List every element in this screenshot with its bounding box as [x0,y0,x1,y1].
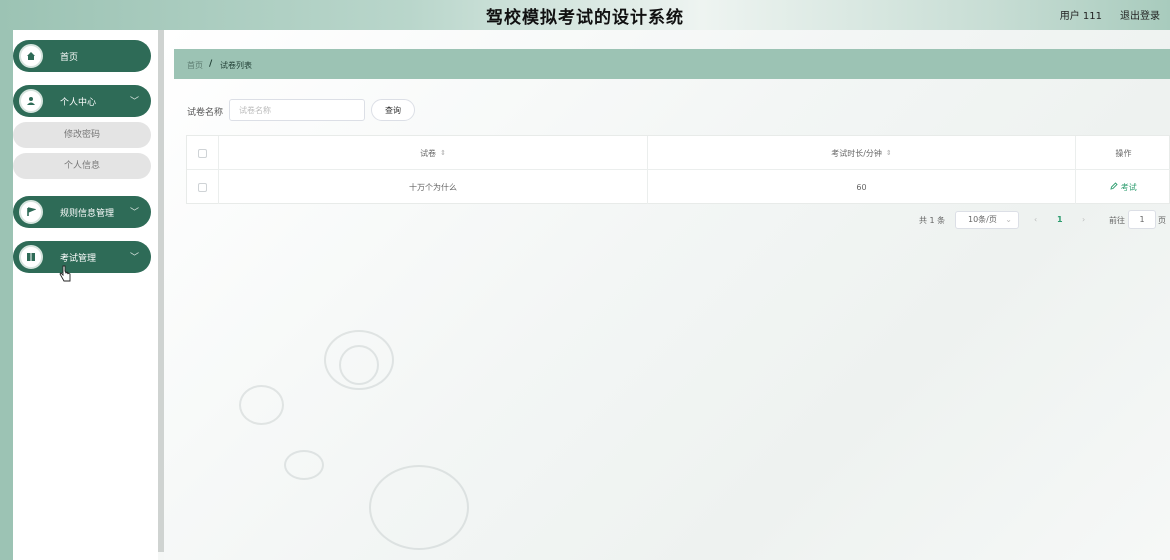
chevron-down-icon: ﹀ [129,97,139,107]
submenu-personal-info[interactable]: 个人信息 [13,153,151,179]
app-title: 驾校模拟考试的设计系统 [486,8,684,28]
page-suffix: 页 [1158,216,1166,225]
table-header-row: 试卷 ⇕ 考试时长/分钟 ⇕ 操作 [187,136,1170,170]
column-header-label: 考试时长/分钟 [831,148,882,158]
submenu-change-password[interactable]: 修改密码 [13,122,151,148]
column-header-actions: 操作 [1076,136,1170,170]
background-decoration [369,465,469,550]
sidebar-edge [0,30,13,560]
main-content: 首页 / 试卷列表 试卷名称 查询 试卷 ⇕ 考试时长/分钟 ⇕ 操作 [164,30,1170,560]
prev-page-button[interactable]: ‹ [1034,215,1037,235]
page-size-value: 10条/页 [968,215,997,224]
take-exam-label: 考试 [1120,182,1137,192]
table-row: 十万个为什么 60 考试 [187,170,1170,204]
column-header-paper[interactable]: 试卷 ⇕ [219,136,648,170]
chevron-down-icon: ﹀ [129,253,139,263]
user-icon [19,89,43,113]
sort-icon[interactable]: ⇕ [440,149,446,157]
sidebar-item-exam-management[interactable]: 考试管理 ﹀ [13,241,151,273]
paper-table: 试卷 ⇕ 考试时长/分钟 ⇕ 操作 十万个为什么 60 考试 [186,135,1170,204]
row-checkbox[interactable] [198,182,207,192]
home-icon [19,44,43,68]
background-decoration [339,345,379,385]
background-decoration [284,450,324,480]
sidebar-item-label: 考试管理 [60,254,97,264]
column-header-label: 试卷 [420,148,437,158]
row-checkbox-cell [187,170,219,204]
page-number-current[interactable]: 1 [1057,215,1063,235]
breadcrumb-current: 试卷列表 [220,61,252,70]
search-input[interactable] [229,99,365,121]
header-checkbox-cell [187,136,219,170]
sidebar-item-rules[interactable]: 规则信息管理 ﹀ [13,196,151,228]
breadcrumb-separator: / [209,59,213,69]
background-decoration [239,385,284,425]
column-header-label: 操作 [1115,148,1132,158]
next-page-button[interactable]: › [1082,215,1085,235]
sidebar-item-personal-center[interactable]: 个人中心 ﹀ [13,85,151,117]
sidebar-item-label: 规则信息管理 [60,209,115,219]
grid-icon [19,245,43,269]
column-header-duration[interactable]: 考试时长/分钟 ⇕ [648,136,1076,170]
sidebar-item-home[interactable]: 首页 [13,40,151,72]
page-size-select[interactable]: 10条/页 ⌄ [955,211,1019,229]
logout-link[interactable]: 退出登录 [1120,7,1160,22]
sidebar-item-label: 个人中心 [60,98,97,108]
breadcrumb-home[interactable]: 首页 [187,60,203,71]
cell-actions: 考试 [1076,170,1170,204]
goto-page-input[interactable]: 1 [1128,210,1156,229]
hand-cursor-icon [59,265,71,282]
edit-icon [1110,181,1118,190]
take-exam-button[interactable]: 考试 [1110,181,1137,193]
goto-label: 前往 [1109,216,1125,225]
app-header: 驾校模拟考试的设计系统 用户 111 退出登录 [0,0,1170,30]
breadcrumb: 首页 / 试卷列表 [174,49,1170,79]
cell-duration: 60 [648,170,1076,204]
select-all-checkbox[interactable] [198,148,207,158]
sidebar: 首页 个人中心 ﹀ 修改密码 个人信息 规则信息管理 ﹀ 考试管理 ﹀ [13,30,158,560]
chevron-down-icon: ﹀ [129,208,139,218]
search-label: 试卷名称 [187,108,224,118]
cell-paper-name: 十万个为什么 [219,170,648,204]
chevron-down-icon: ⌄ [1005,215,1012,224]
sort-icon[interactable]: ⇕ [886,149,892,157]
flag-icon [19,200,43,224]
pagination-total: 共 1 条 [919,216,946,225]
sidebar-item-label: 首页 [60,53,79,63]
user-info: 用户 111 [1059,11,1102,22]
search-button[interactable]: 查询 [371,99,415,121]
